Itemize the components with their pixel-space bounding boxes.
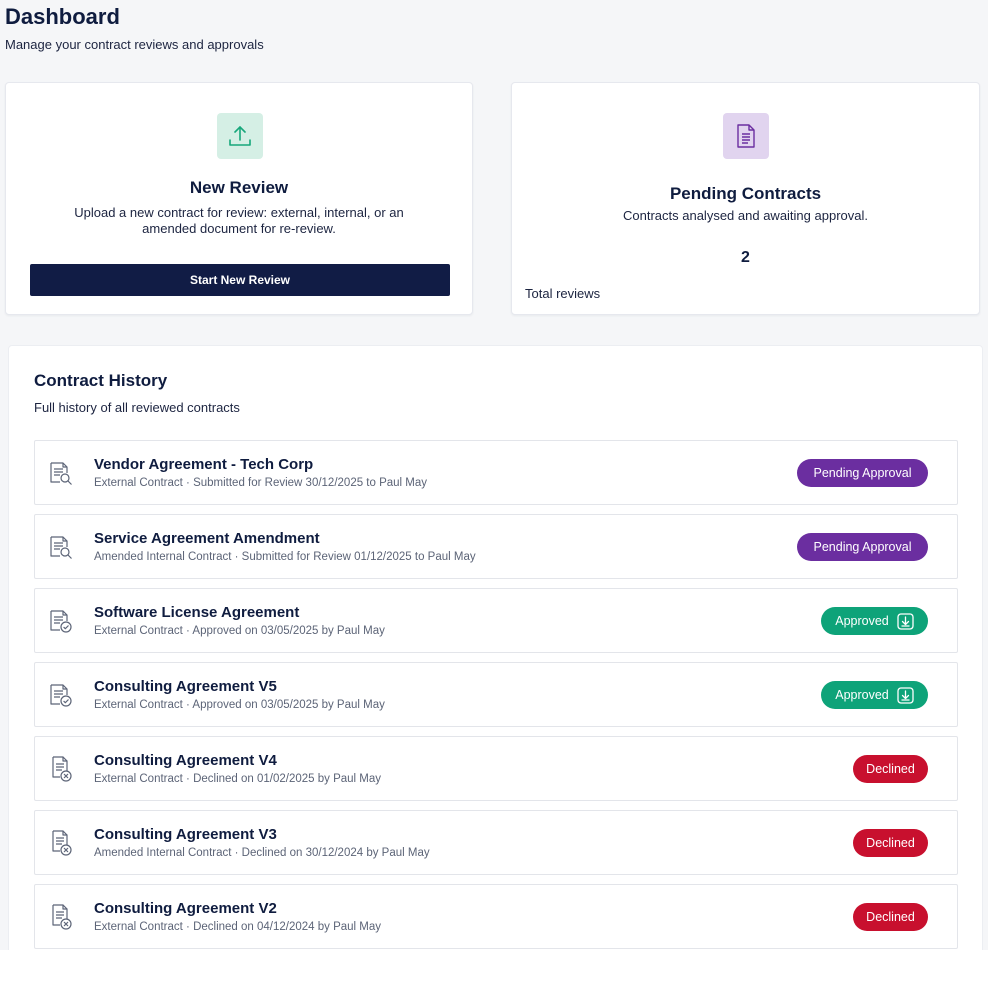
download-icon[interactable] (897, 686, 914, 704)
status-badge[interactable]: Pending Approval (797, 533, 928, 561)
pending-count: 2 (741, 249, 750, 266)
status-badge-label: Declined (866, 836, 915, 850)
contract-meta: External Contract · Submitted for Review… (94, 477, 428, 489)
new-review-card: New Review Upload a new contract for rev… (5, 82, 473, 315)
new-review-title: New Review (189, 178, 289, 197)
contract-meta: Amended Internal Contract · Submitted fo… (94, 551, 476, 563)
contract-meta: External Contract · Declined on 04/12/20… (94, 921, 382, 933)
contract-title: Vendor Agreement - Tech Corp (94, 456, 314, 473)
document-search-icon (48, 533, 74, 561)
total-reviews-label: Total reviews (525, 286, 601, 301)
document-check-icon (48, 681, 74, 709)
contract-history-title: Contract History (34, 371, 168, 390)
document-x-icon (48, 755, 74, 783)
contract-row[interactable]: Consulting Agreement V3 Amended Internal… (34, 810, 958, 875)
status-badge[interactable]: Declined (853, 755, 928, 783)
contract-title: Consulting Agreement V4 (94, 752, 277, 769)
status-badge[interactable]: Approved (821, 607, 928, 635)
contract-row[interactable]: Consulting Agreement V5 External Contrac… (34, 662, 958, 727)
contract-title: Software License Agreement (94, 604, 300, 621)
new-review-description: Upload a new contract for review: extern… (74, 205, 404, 236)
dashboard-page: Dashboard Manage your contract reviews a… (0, 0, 988, 982)
status-badge[interactable]: Declined (853, 903, 928, 931)
contract-title: Consulting Agreement V3 (94, 826, 277, 843)
contract-title: Service Agreement Amendment (94, 530, 320, 547)
contract-history-subtitle: Full history of all reviewed contracts (34, 400, 240, 415)
contract-title: Consulting Agreement V5 (94, 678, 277, 695)
upload-icon (217, 113, 263, 159)
page-title: Dashboard (5, 4, 120, 29)
status-badge-label: Approved (835, 688, 889, 702)
download-icon[interactable] (897, 612, 914, 630)
contract-meta: External Contract · Approved on 03/05/20… (94, 699, 385, 711)
contract-row[interactable]: Consulting Agreement V2 External Contrac… (34, 884, 958, 949)
document-x-icon (48, 829, 74, 857)
contract-meta: Amended Internal Contract · Declined on … (94, 847, 430, 859)
page-header: Dashboard Manage your contract reviews a… (5, 4, 264, 52)
pending-contracts-description: Contracts analysed and awaiting approval… (623, 208, 868, 223)
document-search-icon (48, 459, 74, 487)
contract-history-section: Contract History Full history of all rev… (8, 345, 983, 955)
status-badge[interactable]: Approved (821, 681, 928, 709)
status-badge-label: Declined (866, 762, 915, 776)
contract-meta: External Contract · Approved on 03/05/20… (94, 625, 385, 637)
status-badge-label: Approved (835, 614, 889, 628)
page-subtitle: Manage your contract reviews and approva… (5, 37, 264, 52)
contract-meta: External Contract · Declined on 01/02/20… (94, 773, 382, 785)
document-check-icon (48, 607, 74, 635)
contract-row[interactable]: Service Agreement Amendment Amended Inte… (34, 514, 958, 579)
pending-contracts-card: Pending Contracts Contracts analysed and… (511, 82, 980, 315)
contract-row[interactable]: Software License Agreement External Cont… (34, 588, 958, 653)
start-new-review-button[interactable]: Start New Review (30, 264, 450, 296)
pending-contracts-title: Pending Contracts (669, 184, 822, 203)
status-badge-label: Declined (866, 910, 915, 924)
status-badge[interactable]: Pending Approval (797, 459, 928, 487)
contract-row[interactable]: Consulting Agreement V4 External Contrac… (34, 736, 958, 801)
status-badge[interactable]: Declined (853, 829, 928, 857)
document-x-icon (48, 903, 74, 931)
contract-row[interactable]: Vendor Agreement - Tech Corp External Co… (34, 440, 958, 505)
page-bottom-area (0, 950, 988, 982)
document-icon (723, 113, 769, 159)
contract-title: Consulting Agreement V2 (94, 900, 277, 917)
status-badge-label: Pending Approval (813, 466, 912, 480)
status-badge-label: Pending Approval (813, 540, 912, 554)
